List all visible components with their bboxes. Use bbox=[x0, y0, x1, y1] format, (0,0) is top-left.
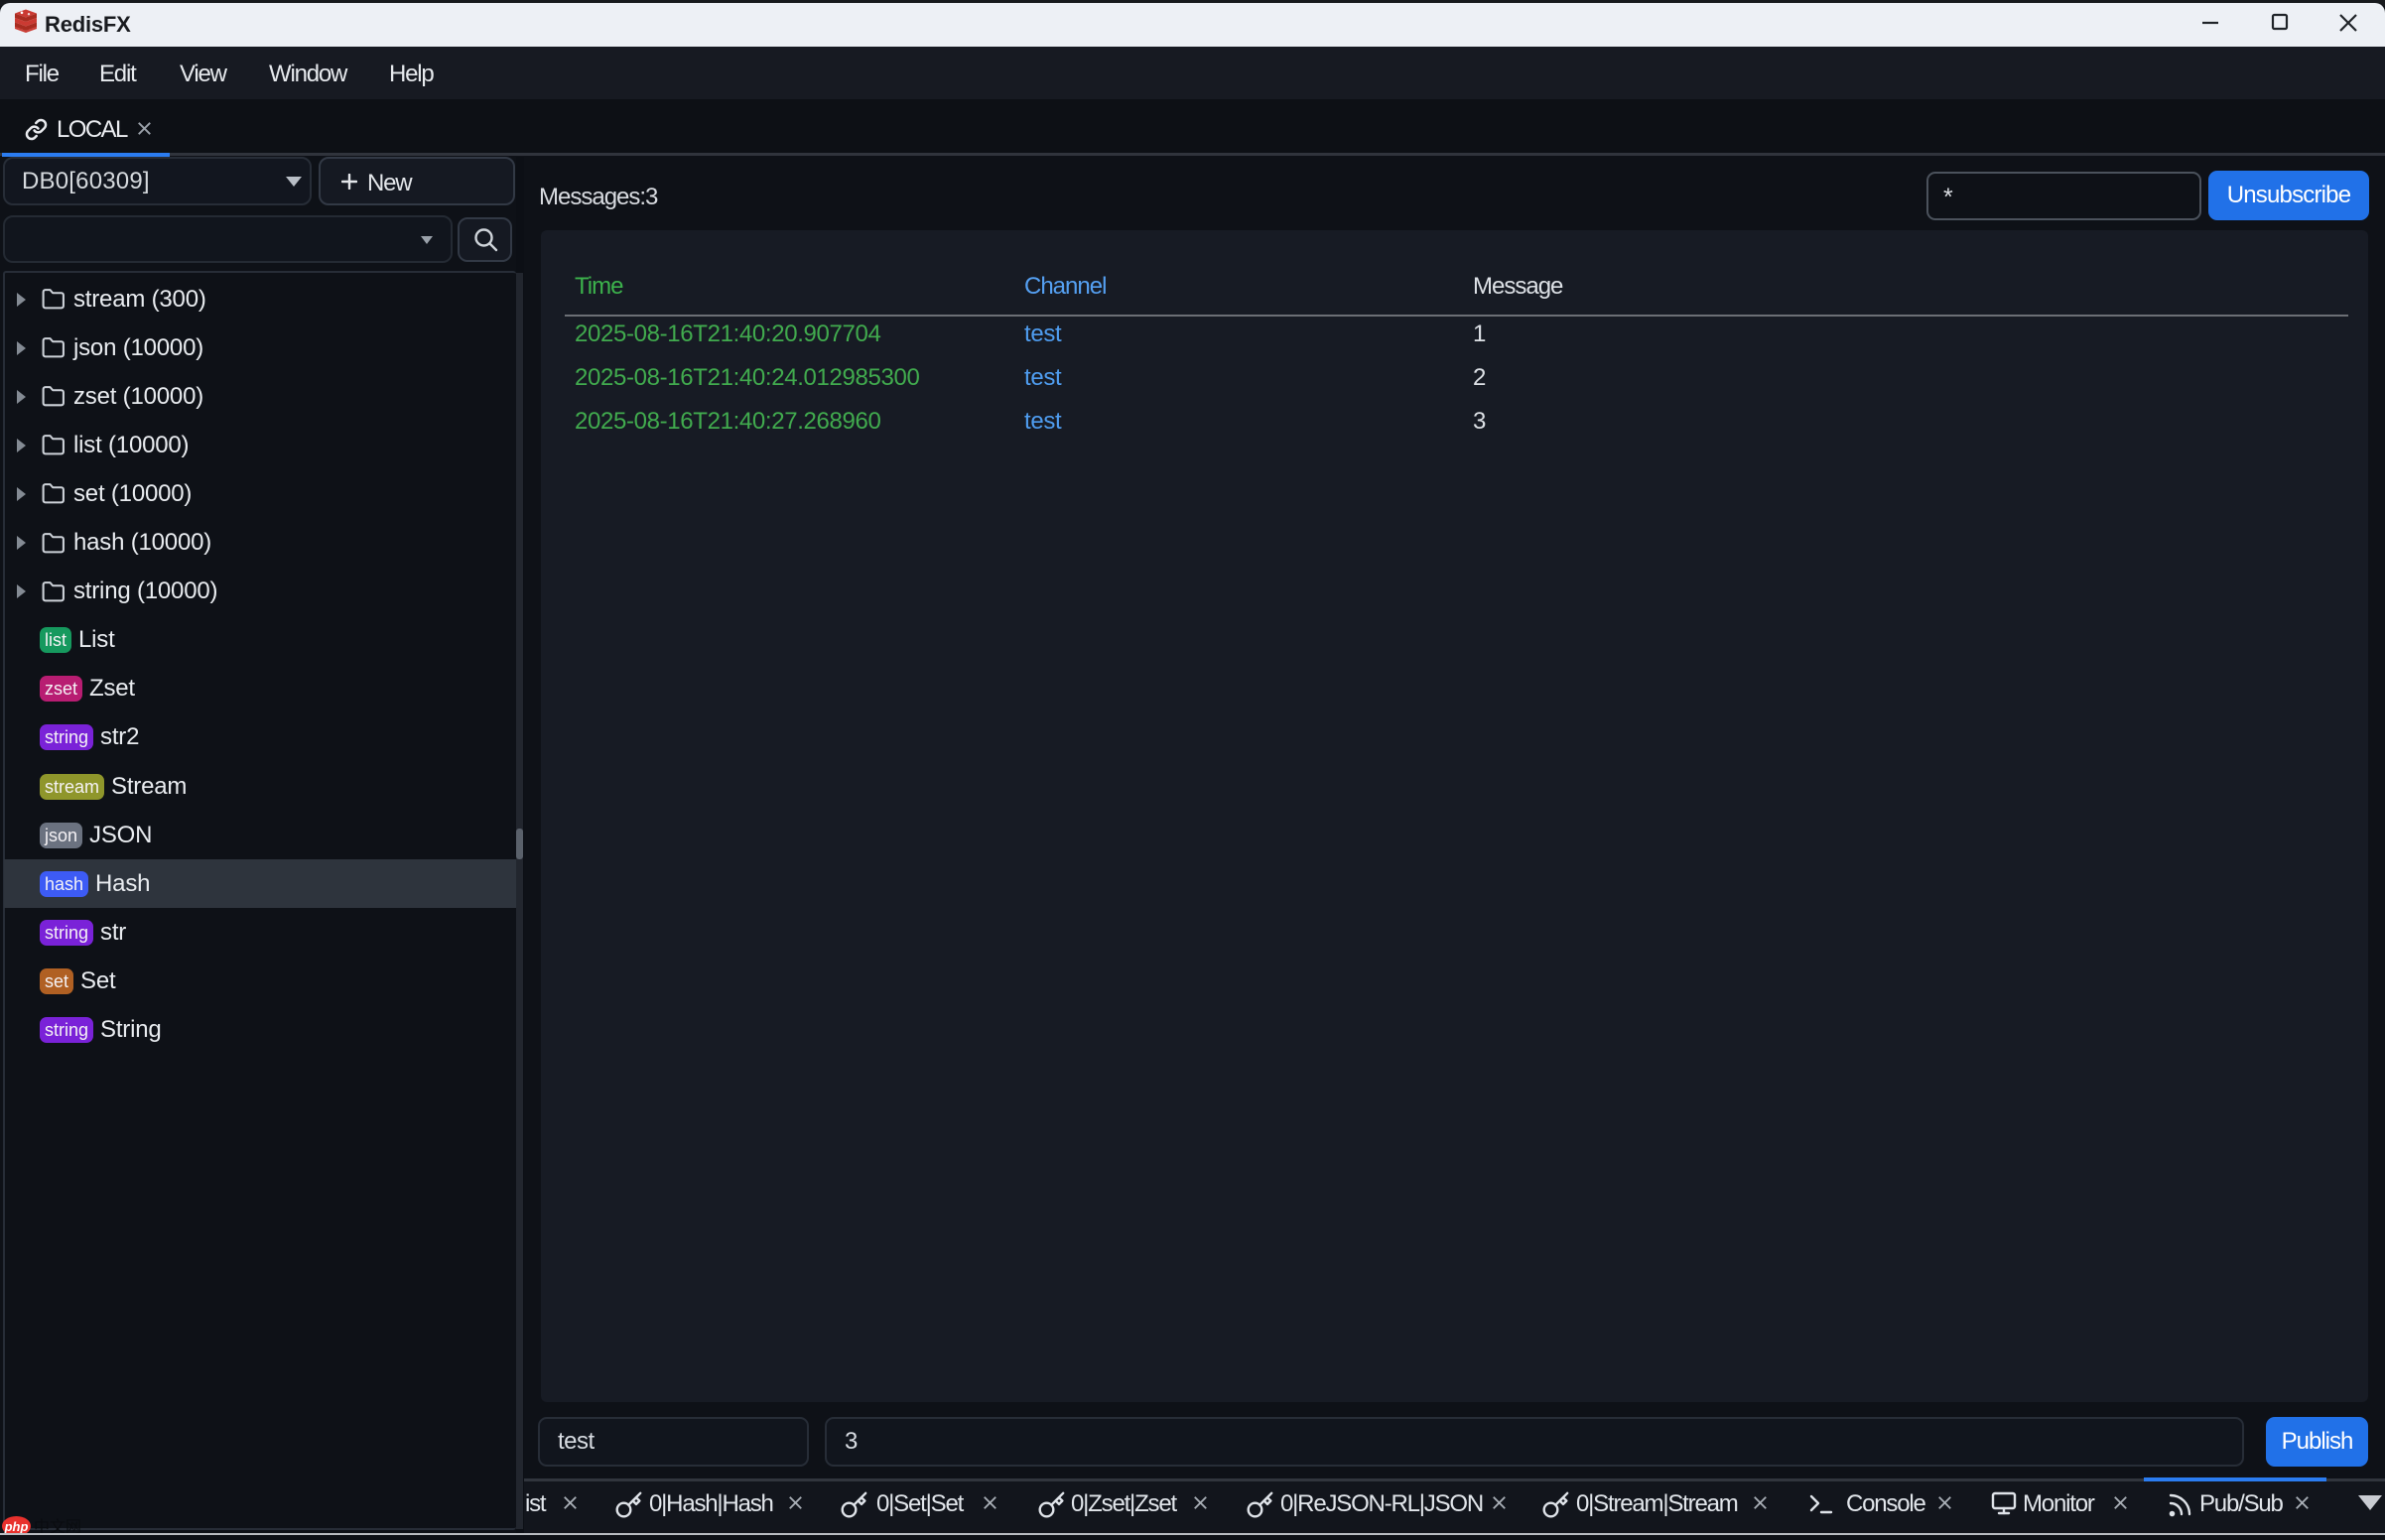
svg-text:php: php bbox=[4, 1519, 29, 1534]
